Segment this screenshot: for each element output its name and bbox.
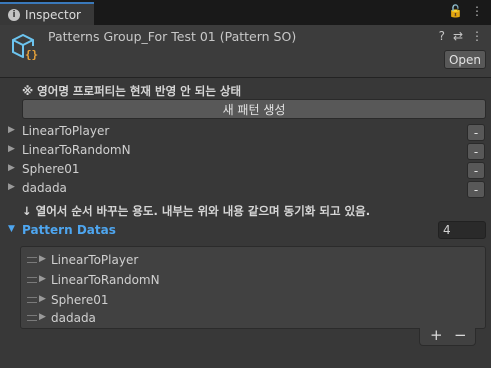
inspector-header: {} Patterns Group_For Test 01 (Pattern S… <box>0 25 491 78</box>
drag-handle-icon[interactable] <box>27 315 37 321</box>
info-icon: i <box>8 8 20 21</box>
pattern-row[interactable]: ▶ LinearToPlayer - <box>0 123 491 142</box>
drag-handle-icon[interactable] <box>27 257 37 263</box>
list-item-label[interactable]: LinearToPlayer <box>51 253 138 267</box>
list-item-label[interactable]: LinearToRandomN <box>51 273 160 287</box>
header-controls: ? ⇄ ⋮ <box>439 29 483 43</box>
drag-handle-icon[interactable] <box>27 277 37 283</box>
remove-element-button[interactable]: − <box>454 326 467 344</box>
list-item-label[interactable]: dadada <box>51 311 96 325</box>
more-options-icon[interactable]: ⋮ <box>471 29 483 43</box>
pattern-name[interactable]: Sphere01 <box>22 162 80 176</box>
tab-bar: i Inspector 🔓 ⋮ <box>0 0 491 25</box>
foldout-arrow-icon[interactable]: ▶ <box>8 125 15 135</box>
pattern-datas-label[interactable]: Pattern Datas <box>22 223 116 237</box>
pattern-row[interactable]: ▶ Sphere01 - <box>0 161 491 180</box>
tab-label: Inspector <box>25 7 81 22</box>
remove-pattern-button[interactable]: - <box>467 181 485 198</box>
foldout-arrow-icon[interactable]: ▶ <box>39 254 46 264</box>
notice-top: ※ 영어명 프로퍼티는 현재 반영 안 되는 상태 <box>22 84 242 98</box>
foldout-arrow-icon[interactable]: ▶ <box>39 274 46 284</box>
remove-pattern-button[interactable]: - <box>467 143 485 160</box>
open-button[interactable]: Open <box>444 50 486 69</box>
pattern-row[interactable]: ▶ LinearToRandomN - <box>0 142 491 161</box>
tab-menu-icon[interactable]: ⋮ <box>471 4 483 18</box>
foldout-arrow-icon[interactable]: ▶ <box>8 182 15 192</box>
remove-pattern-button[interactable]: - <box>467 124 485 141</box>
reorderable-list: ▶ LinearToPlayer ▶ LinearToRandomN ▶ Sph… <box>20 246 486 329</box>
svg-text:{}: {} <box>25 48 38 61</box>
lock-icon[interactable]: 🔓 <box>448 4 463 18</box>
pattern-datas-header[interactable]: ▼ Pattern Datas 4 <box>0 221 491 241</box>
drag-handle-icon[interactable] <box>27 297 37 303</box>
list-item[interactable]: ▶ dadada <box>21 309 485 329</box>
pattern-name[interactable]: LinearToPlayer <box>22 124 109 138</box>
foldout-arrow-icon[interactable]: ▶ <box>8 163 15 173</box>
inspector-panel: {} Patterns Group_For Test 01 (Pattern S… <box>0 25 491 368</box>
tab-controls: 🔓 ⋮ <box>448 4 483 18</box>
list-item[interactable]: ▶ LinearToPlayer <box>21 251 485 271</box>
foldout-arrow-icon[interactable]: ▶ <box>39 312 46 322</box>
foldout-arrow-icon[interactable]: ▶ <box>8 144 15 154</box>
scriptable-object-icon: {} <box>12 33 39 61</box>
add-element-button[interactable]: + <box>430 326 443 344</box>
object-title: Patterns Group_For Test 01 (Pattern SO) <box>48 29 297 44</box>
list-item[interactable]: ▶ LinearToRandomN <box>21 271 485 291</box>
pattern-row[interactable]: ▶ dadada - <box>0 180 491 199</box>
list-item-label[interactable]: Sphere01 <box>51 293 109 307</box>
tab-inspector[interactable]: i Inspector <box>0 2 94 25</box>
foldout-arrow-icon[interactable]: ▶ <box>39 294 46 304</box>
remove-pattern-button[interactable]: - <box>467 162 485 179</box>
notice-bottom: ↓ 열어서 순서 바꾸는 용도. 내부는 위와 내용 같으며 동기화 되고 있음… <box>22 204 371 218</box>
help-icon[interactable]: ? <box>439 29 445 43</box>
list-size-field[interactable]: 4 <box>438 221 486 239</box>
preset-settings-icon[interactable]: ⇄ <box>453 29 463 43</box>
create-pattern-button[interactable]: 새 패턴 생성 <box>22 99 486 119</box>
list-item[interactable]: ▶ Sphere01 <box>21 291 485 311</box>
list-footer: + − <box>419 326 476 346</box>
pattern-name[interactable]: LinearToRandomN <box>22 143 131 157</box>
pattern-name[interactable]: dadada <box>22 181 67 195</box>
foldout-expanded-icon[interactable]: ▼ <box>8 224 15 234</box>
